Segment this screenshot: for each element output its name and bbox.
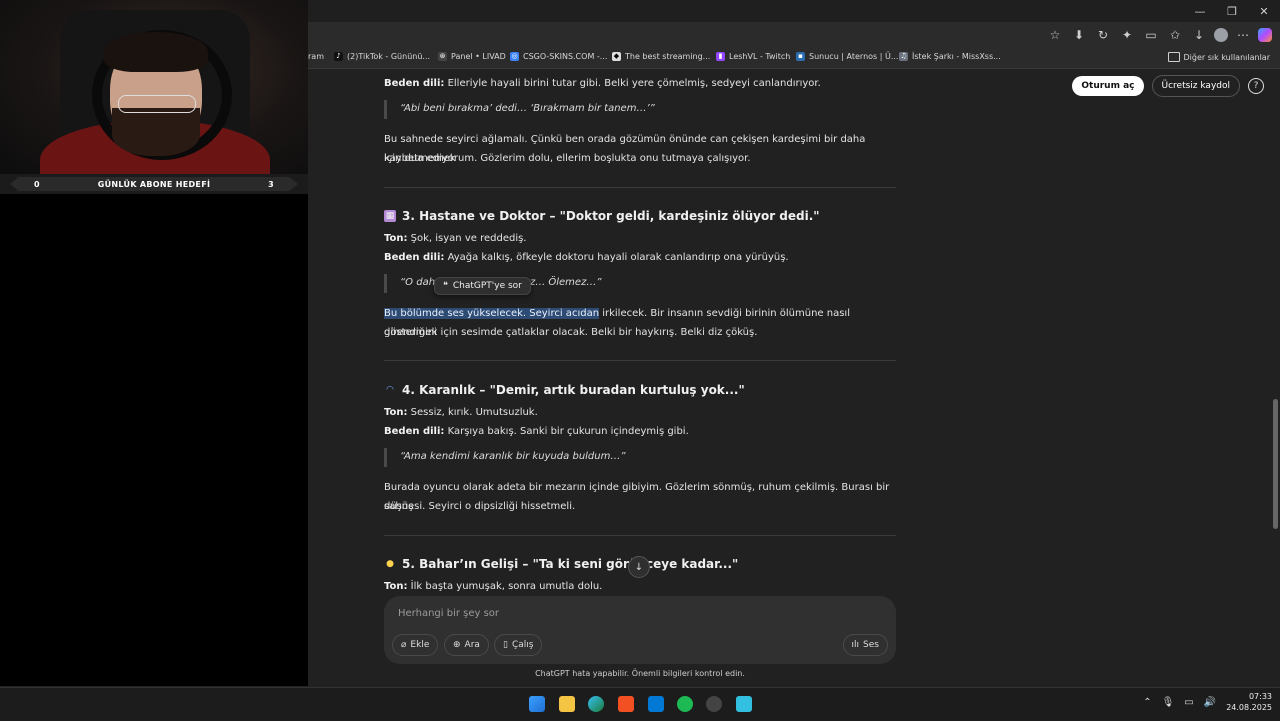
quote-icon: ❝ [443,281,448,291]
bookmark-item[interactable]: ◎ CSGO-SKINS.COM -... [510,52,607,61]
search-button[interactable]: ⊕ Ara [444,634,489,656]
page-scrollbar[interactable] [1273,399,1278,529]
divider [384,535,896,536]
streaming-icon: ◆ [612,52,621,61]
split-screen-icon[interactable]: ▭ [1142,26,1160,44]
body-language-line: Beden dili: Elleriyle hayali birini tuta… [384,78,821,89]
add-button[interactable]: ⌀ Ekle [392,634,439,656]
file-explorer-icon[interactable] [559,696,575,712]
body-language-line: Beden dili: Ayağa kalkış, öfkeyle doktor… [384,252,789,263]
store-icon[interactable] [618,696,634,712]
disclaimer-text: ChatGPT hata yapabilir. Önemli bilgileri… [535,669,745,678]
profile-avatar[interactable] [1214,28,1228,42]
panel-icon: ⊛ [438,52,447,61]
paragraph: için dua ediyorum. Gözlerim dolu, elleri… [384,153,751,164]
scroll-down-button[interactable]: ↓ [628,556,650,578]
chatgpt-app-icon[interactable] [706,696,722,712]
paragraph: göstermek için sesimde çatlaklar olacak.… [384,327,758,338]
bookmark-item[interactable]: ⊛ Panel • LIVAD [438,52,506,61]
section-heading: ◠ 4. Karanlık – "Demir, artık buradan kur… [384,379,896,401]
prompt-input[interactable]: Herhangi bir şey sor [398,608,499,619]
ask-chatgpt-popover[interactable]: ❝ ChatGPT'ye sor [434,277,531,295]
extension-icon[interactable]: ⬇ [1070,26,1088,44]
lightbulb-icon: ● [386,559,394,570]
goal-right-value: 3 [268,179,274,189]
download-icon[interactable]: ↓ [1190,26,1208,44]
tone-line: Ton: Şok, isyan ve reddediş. [384,233,527,244]
auth-buttons: Oturum aç Ücretsiz kaydol ? [1072,75,1264,97]
system-tray: ⌃ 🎙 ▭ 🔊 07:33 24.08.2025 [1143,692,1272,714]
puzzle-icon[interactable]: ✦ [1118,26,1136,44]
divider [384,187,896,188]
webcam-beard [112,108,200,156]
paragraph: sahnesi. Seyirci o dipsizliği hissetmeli… [384,501,576,512]
paperclip-icon: ⌀ [401,640,407,650]
chatgpt-page: Oturum aç Ücretsiz kaydol ? Beden dili: … [308,69,1280,686]
help-icon[interactable]: ? [1248,78,1264,94]
toolbar-icons: ☆ ⬇ ↻ ✦ ▭ ✩ ↓ ⋯ [1046,26,1272,44]
signup-button[interactable]: Ücretsiz kaydol [1151,75,1240,97]
volume-icon[interactable]: 🔊 [1204,697,1216,708]
voice-button[interactable]: ılı Ses [842,634,888,656]
edge-icon[interactable] [588,696,604,712]
display-icon[interactable]: ▭ [1184,697,1193,708]
csgo-icon: ◎ [510,52,519,61]
bookmark-item[interactable]: ♪ (2)TikTok - Gününü... [334,52,430,61]
quote-block: “Abi beni bırakma’ dedi… ‘Bırakmam bir t… [384,100,912,119]
folder-icon [1167,52,1180,62]
favorites-icon[interactable]: ✩ [1166,26,1184,44]
aternos-icon: ▪ [796,52,805,61]
globe-icon: ⊕ [453,640,461,650]
hospital-icon: ▦ [384,210,396,223]
outlook-icon[interactable] [648,696,664,712]
bookmark-item[interactable]: ram [308,52,324,61]
more-menu-icon[interactable]: ⋯ [1234,26,1252,44]
stream-blank-area [0,194,308,686]
darkness-icon: ◠ [386,385,394,396]
bookmark-item[interactable]: ◆ The best streaming... [612,52,710,61]
chevron-up-icon[interactable]: ⌃ [1143,697,1151,708]
clock[interactable]: 07:33 24.08.2025 [1226,692,1272,714]
webcam-hair [104,32,208,72]
login-button[interactable]: Oturum aç [1072,76,1144,96]
goal-title: GÜNLÜK ABONE HEDEFİ [97,179,211,189]
body-language-line: Beden dili: Karşıya bakış. Sanki bir çuk… [384,426,689,437]
tone-line: Ton: Sessiz, kırık. Umutsuzluk. [384,407,538,418]
music-icon: ♫ [899,52,908,61]
bookmark-item[interactable]: ▪ Sunucu | Aternos | Ü... [796,52,898,61]
spotify-icon[interactable] [677,696,693,712]
webcam-glasses [118,95,196,113]
refresh-icon[interactable]: ↻ [1094,26,1112,44]
study-button[interactable]: ▯ Çalış [494,634,543,656]
twitch-icon: ▮ [716,52,725,61]
notepad-icon[interactable] [736,696,752,712]
divider [384,360,896,361]
star-icon[interactable]: ☆ [1046,26,1064,44]
windows-taskbar: ⌃ 🎙 ▭ 🔊 07:33 24.08.2025 [0,687,1280,721]
other-bookmarks[interactable]: Diğer sık kullanılanlar [1167,52,1270,62]
goal-left-value: 0 [34,179,40,189]
bookmark-item[interactable]: ♫ İstek Şarkı - MissXss... [899,52,1001,61]
quote-block: “Ama kendimi karanlık bir kuyuda buldum…… [384,448,912,467]
restore-button[interactable]: ❐ [1216,0,1248,22]
close-button[interactable]: ✕ [1248,0,1280,22]
arrow-down-icon: ↓ [634,561,644,573]
copilot-icon[interactable] [1258,28,1272,42]
start-button[interactable] [529,696,545,712]
microphone-icon[interactable]: 🎙 [1162,697,1175,708]
subscriber-goal-bar: 0 GÜNLÜK ABONE HEDEFİ 3 [0,174,308,195]
book-icon: ▯ [503,640,508,650]
webcam-overlay [0,0,308,174]
bookmark-item[interactable]: ▮ LeshVL - Twitch [716,52,790,61]
selected-text[interactable]: Bu bölümde ses yükselecek. Seyirci acıda… [384,308,600,319]
minimize-button[interactable]: — [1184,0,1216,22]
tone-line: Ton: İlk başta yumuşak, sonra umutla dol… [384,581,603,592]
window-controls: — ❐ ✕ [1184,0,1280,22]
section-heading: ▦ 3. Hastane ve Doktor – "Doktor geldi, k… [384,209,820,223]
waveform-icon: ılı [851,640,860,650]
tiktok-icon: ♪ [334,52,343,61]
chat-composer[interactable]: Herhangi bir şey sor ⌀ Ekle ⊕ Ara ▯ Çalış ı… [384,596,896,664]
